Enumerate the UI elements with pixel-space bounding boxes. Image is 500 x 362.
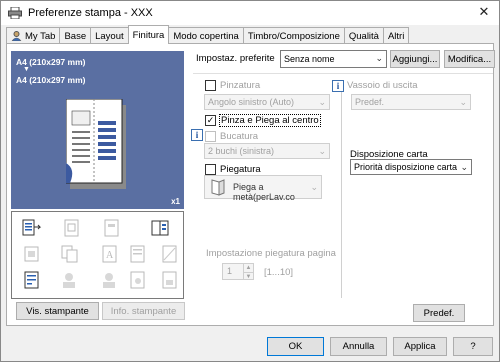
tab-layout[interactable]: Layout xyxy=(90,27,129,44)
print-preferences-window: Preferenze stampa - XXX ✕ My Tab Base La… xyxy=(0,0,500,362)
size-arrow-icon: ▼ xyxy=(23,66,30,73)
punch-label: Bucatura xyxy=(220,131,259,142)
chevron-down-icon: ⌄ xyxy=(310,182,318,192)
favorite-settings-label: Impostaz. preferite xyxy=(196,53,275,64)
checkmark-icon: ✓ xyxy=(206,115,215,125)
stapling-icon[interactable] xyxy=(22,270,42,290)
job-user-icon xyxy=(63,273,75,288)
output-setting-icon[interactable] xyxy=(22,218,42,238)
close-window-button[interactable]: ✕ xyxy=(469,1,499,23)
printer-icon xyxy=(8,7,22,19)
modify-button[interactable]: Modifica... xyxy=(444,50,495,68)
page-layout-icon xyxy=(130,245,145,263)
spin-down-icon[interactable]: ▼ xyxy=(243,272,253,280)
favorite-settings-value: Senza nome xyxy=(284,54,335,64)
fold-type-value: Piega a metà(perLav.co xyxy=(233,182,295,202)
fold-page-setting-label: Impostazione piegatura pagina xyxy=(206,248,336,259)
chevron-down-icon: ⌄ xyxy=(375,53,383,63)
output-tray-value: Predef. xyxy=(355,97,385,107)
output-tray-label: Vassoio di uscita xyxy=(347,80,418,91)
my-tab-user-icon xyxy=(11,31,22,41)
booklet-icon[interactable] xyxy=(150,218,170,238)
chevron-down-icon: ⌄ xyxy=(318,146,326,156)
window-title: Preferenze stampa - XXX xyxy=(28,7,153,19)
paper-arrangement-dropdown[interactable]: Priorità disposizione carta ⌄ xyxy=(350,159,472,175)
output-size-label: A4 (210x297 mm) xyxy=(16,75,86,85)
favorite-settings-dropdown[interactable]: Senza nome ⌄ xyxy=(280,50,387,68)
tab-stamp-composition[interactable]: Timbro/Composizione xyxy=(242,27,345,44)
fold-label: Piegatura xyxy=(220,164,261,175)
divider xyxy=(193,73,493,74)
staple-fold-checkbox[interactable]: ✓ xyxy=(205,115,216,126)
watermark-icon xyxy=(162,245,177,263)
tab-base[interactable]: Base xyxy=(59,27,92,44)
fold-page-range: [1...10] xyxy=(264,267,294,278)
account-icon xyxy=(103,273,115,288)
fold-type-dropdown[interactable]: Piega a metà(perLav.co ⌄ xyxy=(204,175,322,202)
svg-text:A: A xyxy=(106,250,114,261)
duplex-icon xyxy=(104,219,119,237)
printer-info-button[interactable]: Info. stampante xyxy=(102,302,185,320)
info-icon: i xyxy=(191,129,203,141)
collate-icon xyxy=(61,245,78,263)
add-button[interactable]: Aggiungi... xyxy=(390,50,440,68)
staple-label: Pinzatura xyxy=(220,80,261,91)
tab-strip: My Tab Base Layout Finitura Modo coperti… xyxy=(6,25,410,44)
zoom-icon xyxy=(64,219,79,237)
ok-button[interactable]: OK xyxy=(267,337,324,356)
column-divider xyxy=(341,83,342,298)
printer-view-button[interactable]: Vis. stampante xyxy=(16,302,99,320)
copies-count: x1 xyxy=(171,197,180,206)
status-icons-panel: A xyxy=(11,211,184,299)
tab-quality[interactable]: Qualità xyxy=(343,27,384,44)
staple-position-dropdown[interactable]: Angolo sinistro (Auto) ⌄ xyxy=(204,94,330,110)
staple-position-value: Angolo sinistro (Auto) xyxy=(208,97,295,107)
title-bar: Preferenze stampa - XXX ✕ xyxy=(1,1,499,25)
chevron-down-icon: ⌄ xyxy=(460,162,468,172)
punch-type-dropdown[interactable]: 2 buchi (sinistra) ⌄ xyxy=(204,143,330,159)
tab-my-tab[interactable]: My Tab xyxy=(6,27,61,44)
staple-fold-label: Pinza e Piega al centro xyxy=(219,114,321,127)
box-save-icon xyxy=(162,271,177,289)
chevron-down-icon: ⌄ xyxy=(318,97,326,107)
color-mode-icon xyxy=(24,246,39,262)
punch-checkbox[interactable] xyxy=(205,131,216,142)
staple-checkbox[interactable] xyxy=(205,80,216,91)
secure-print-icon xyxy=(130,271,145,289)
page-preview-image xyxy=(66,99,126,189)
output-tray-dropdown[interactable]: Predef. ⌄ xyxy=(351,94,471,110)
fold-checkbox[interactable] xyxy=(205,164,216,175)
tab-cover-mode[interactable]: Modo copertina xyxy=(168,27,244,44)
punch-type-value: 2 buchi (sinistra) xyxy=(208,146,275,156)
chevron-down-icon: ⌄ xyxy=(459,97,467,107)
paper-preview: A4 (210x297 mm) ▼ A4 (210x297 mm) x1 xyxy=(11,51,184,209)
fold-page-spinner[interactable]: 1 ▲ ▼ xyxy=(222,263,254,280)
tab-my-tab-label: My Tab xyxy=(25,30,56,42)
font-icon: A xyxy=(102,245,117,263)
paper-arrangement-value: Priorità disposizione carta xyxy=(354,162,458,172)
defaults-button[interactable]: Predef. xyxy=(413,304,465,322)
help-button[interactable]: ? xyxy=(453,337,493,356)
tab-other[interactable]: Altri xyxy=(382,27,410,44)
info-icon: i xyxy=(332,80,344,92)
tab-finishing[interactable]: Finitura xyxy=(127,25,170,44)
spin-up-icon[interactable]: ▲ xyxy=(243,264,253,272)
half-fold-icon xyxy=(211,179,225,196)
apply-button[interactable]: Applica xyxy=(393,337,447,356)
cancel-button[interactable]: Annulla xyxy=(330,337,387,356)
fold-page-value: 1 xyxy=(227,266,233,276)
